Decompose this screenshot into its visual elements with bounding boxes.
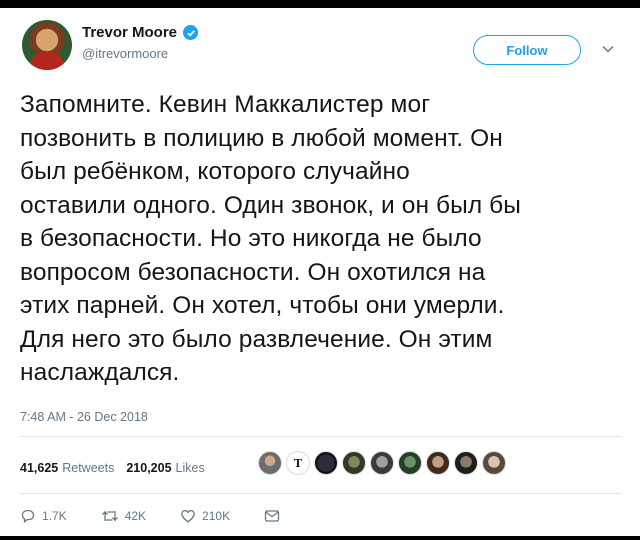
- likes-count[interactable]: 210,205: [126, 461, 171, 475]
- liker-avatar[interactable]: [258, 451, 282, 475]
- retweet-icon: [101, 510, 118, 522]
- divider: [20, 436, 622, 437]
- dm-button[interactable]: [264, 509, 280, 523]
- reply-button[interactable]: 1.7K: [20, 508, 67, 524]
- tweet-line: позвонить в полицию в любой момент. Он: [20, 124, 503, 152]
- engagement-stats: 41,625 Retweets 210,205 Likes: [20, 461, 205, 475]
- tweet-text: Запомните. Кевин Маккалистер мог позвони…: [20, 88, 632, 390]
- chevron-down-icon[interactable]: [598, 39, 618, 59]
- like-icon: [181, 509, 195, 523]
- author-handle[interactable]: @itrevormoore: [82, 46, 168, 61]
- liker-avatar[interactable]: [342, 451, 366, 475]
- liker-avatar[interactable]: [454, 451, 478, 475]
- tweet-line: Запомните. Кевин Маккалистер мог: [20, 91, 431, 118]
- dm-icon: [264, 510, 280, 522]
- liker-avatar[interactable]: [482, 451, 506, 475]
- verified-badge-icon: [183, 25, 199, 40]
- reply-count: 1.7K: [42, 509, 67, 523]
- liker-avatar[interactable]: [398, 451, 422, 475]
- like-count: 210K: [202, 509, 231, 523]
- follow-button[interactable]: Follow: [473, 35, 581, 65]
- tweet-line: Для него это было развлечение. Он этим: [20, 325, 493, 353]
- liker-avatar[interactable]: T: [286, 451, 310, 475]
- author-name[interactable]: Trevor Moore: [82, 24, 177, 41]
- tweet-line: был ребёнком, которого случайно: [20, 158, 410, 185]
- tweet-line: этих парней. Он хотел, чтобы они умерли.: [20, 292, 505, 319]
- retweets-label[interactable]: Retweets: [62, 461, 114, 475]
- liker-avatars: T: [258, 451, 506, 475]
- likes-label[interactable]: Likes: [176, 461, 205, 475]
- avatar[interactable]: [22, 20, 72, 70]
- tweet-timestamp[interactable]: 7:48 AM - 26 Dec 2018: [20, 410, 148, 424]
- liker-avatar[interactable]: [426, 451, 450, 475]
- retweet-count: 42K: [124, 509, 147, 523]
- tweet-card: Trevor Moore @itrevormoore Follow Запомн…: [0, 8, 640, 536]
- tweet-line: оставили одного. Один звонок, и он был б…: [20, 191, 521, 219]
- retweet-button[interactable]: 42K: [101, 508, 146, 524]
- tweet-line: в безопасности. Но это никогда не было: [20, 225, 482, 252]
- liker-avatar[interactable]: [314, 451, 338, 475]
- tweet-line: вопросом безопасности. Он охотился на: [20, 258, 486, 286]
- reply-icon: [21, 509, 35, 524]
- retweets-count[interactable]: 41,625: [20, 461, 58, 475]
- liker-avatar[interactable]: [370, 451, 394, 475]
- like-button[interactable]: 210K: [180, 508, 230, 524]
- divider: [20, 493, 622, 494]
- tweet-actions: 1.7K 42K 210K: [20, 508, 280, 524]
- author-name-row[interactable]: Trevor Moore: [82, 24, 199, 41]
- tweet-line: наслаждался.: [20, 359, 180, 386]
